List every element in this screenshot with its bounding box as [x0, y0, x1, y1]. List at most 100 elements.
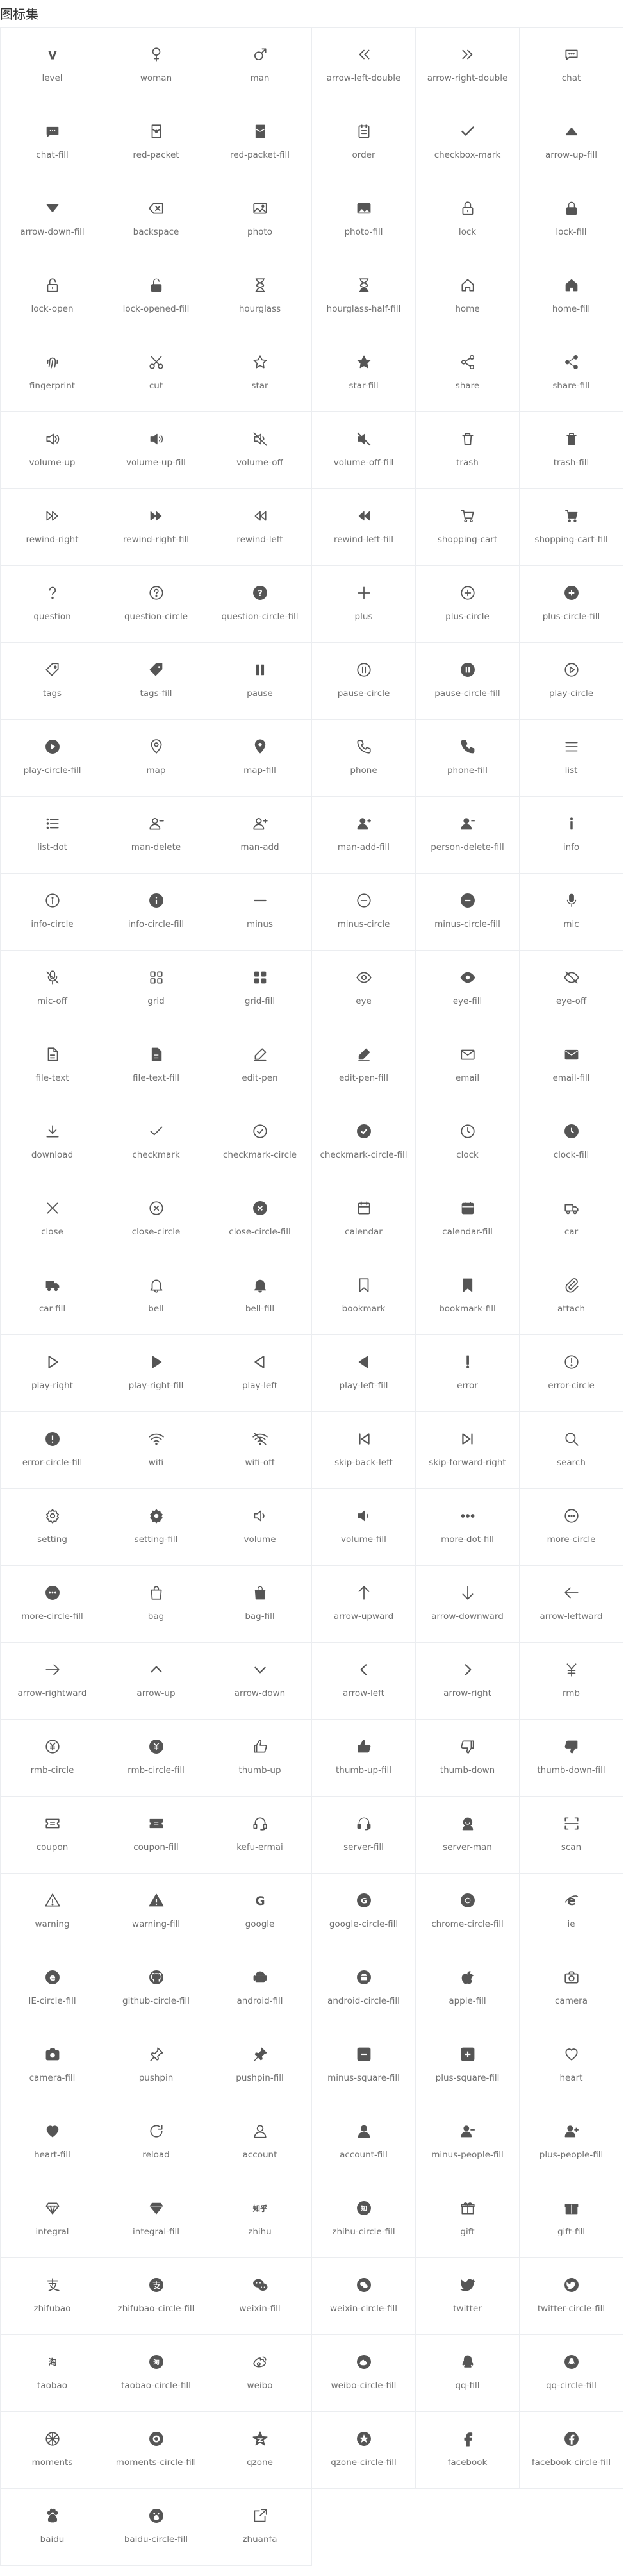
icon-cell-zhuanfa[interactable]: zhuanfa [208, 2489, 312, 2566]
icon-cell-edit-pen[interactable]: edit-pen [208, 1027, 312, 1104]
icon-cell-camera[interactable]: camera [520, 1950, 623, 2027]
icon-cell-info[interactable]: info [520, 797, 623, 874]
icon-cell-more-circle-fill[interactable]: more-circle-fill [1, 1566, 104, 1643]
icon-cell-plus-circle-fill[interactable]: plus-circle-fill [520, 566, 623, 643]
icon-cell-arrow-rightward[interactable]: arrow-rightward [1, 1643, 104, 1720]
icon-cell-account[interactable]: account [208, 2104, 312, 2181]
icon-cell-download[interactable]: download [1, 1104, 104, 1181]
icon-cell-map-fill[interactable]: map-fill [208, 720, 312, 797]
icon-cell-chat-fill[interactable]: chat-fill [1, 104, 104, 181]
icon-cell-checkbox-mark[interactable]: checkbox-mark [416, 104, 520, 181]
icon-cell-weibo-circle-fill[interactable]: weibo-circle-fill [312, 2335, 416, 2412]
icon-cell-woman[interactable]: woman [104, 28, 208, 104]
icon-cell-bell-fill[interactable]: bell-fill [208, 1258, 312, 1335]
icon-cell-email[interactable]: email [416, 1027, 520, 1104]
icon-cell-cut[interactable]: cut [104, 335, 208, 412]
icon-cell-android-fill[interactable]: android-fill [208, 1950, 312, 2027]
icon-cell-list[interactable]: list [520, 720, 623, 797]
icon-cell-coupon[interactable]: coupon [1, 1797, 104, 1874]
icon-cell-setting[interactable]: setting [1, 1489, 104, 1566]
icon-cell-error-circle[interactable]: error-circle [520, 1335, 623, 1412]
icon-cell-taobao[interactable]: 淘 taobao [1, 2335, 104, 2412]
icon-cell-calendar[interactable]: calendar [312, 1181, 416, 1258]
icon-cell-reload[interactable]: reload [104, 2104, 208, 2181]
icon-cell-android-circle-fill[interactable]: android-circle-fill [312, 1950, 416, 2027]
icon-cell-close[interactable]: close [1, 1181, 104, 1258]
icon-cell-arrow-downward[interactable]: arrow-downward [416, 1566, 520, 1643]
icon-cell-facebook-circle-fill[interactable]: facebook-circle-fill [520, 2412, 623, 2489]
icon-cell-IE-circle-fill[interactable]: e IE-circle-fill [1, 1950, 104, 2027]
icon-cell-rmb-circle[interactable]: rmb-circle [1, 1720, 104, 1797]
icon-cell-minus-circle-fill[interactable]: minus-circle-fill [416, 874, 520, 951]
icon-cell-search[interactable]: search [520, 1412, 623, 1489]
icon-cell-baidu-circle-fill[interactable]: baidu-circle-fill [104, 2489, 208, 2566]
icon-cell-share-fill[interactable]: share-fill [520, 335, 623, 412]
icon-cell-heart-fill[interactable]: heart-fill [1, 2104, 104, 2181]
icon-cell-coupon-fill[interactable]: coupon-fill [104, 1797, 208, 1874]
icon-cell-arrow-left[interactable]: arrow-left [312, 1643, 416, 1720]
icon-cell-rmb[interactable]: rmb [520, 1643, 623, 1720]
icon-cell-pause-circle[interactable]: pause-circle [312, 643, 416, 720]
icon-cell-thumb-up-fill[interactable]: thumb-up-fill [312, 1720, 416, 1797]
icon-cell-edit-pen-fill[interactable]: edit-pen-fill [312, 1027, 416, 1104]
icon-cell-file-text[interactable]: file-text [1, 1027, 104, 1104]
icon-cell-account-fill[interactable]: account-fill [312, 2104, 416, 2181]
icon-cell-info-circle-fill[interactable]: info-circle-fill [104, 874, 208, 951]
icon-cell-tags[interactable]: tags [1, 643, 104, 720]
icon-cell-error-circle-fill[interactable]: error-circle-fill [1, 1412, 104, 1489]
icon-cell-car-fill[interactable]: car-fill [1, 1258, 104, 1335]
icon-cell-grid-fill[interactable]: grid-fill [208, 951, 312, 1027]
icon-cell-zhihu-circle-fill[interactable]: 知 zhihu-circle-fill [312, 2181, 416, 2258]
icon-cell-thumb-down-fill[interactable]: thumb-down-fill [520, 1720, 623, 1797]
icon-cell-arrow-right-double[interactable]: arrow-right-double [416, 28, 520, 104]
icon-cell-gift[interactable]: gift [416, 2181, 520, 2258]
icon-cell-github-circle-fill[interactable]: github-circle-fill [104, 1950, 208, 2027]
icon-cell-email-fill[interactable]: email-fill [520, 1027, 623, 1104]
icon-cell-integral-fill[interactable]: integral-fill [104, 2181, 208, 2258]
icon-cell-qq-circle-fill[interactable]: qq-circle-fill [520, 2335, 623, 2412]
icon-cell-car[interactable]: car [520, 1181, 623, 1258]
icon-cell-arrow-leftward[interactable]: arrow-leftward [520, 1566, 623, 1643]
icon-cell-server-man[interactable]: server-man [416, 1797, 520, 1874]
icon-cell-volume-off[interactable]: volume-off [208, 412, 312, 489]
icon-cell-backspace[interactable]: backspace [104, 181, 208, 258]
icon-cell-volume-up[interactable]: volume-up [1, 412, 104, 489]
icon-cell-play-right-fill[interactable]: play-right-fill [104, 1335, 208, 1412]
icon-cell-tags-fill[interactable]: tags-fill [104, 643, 208, 720]
icon-cell-google[interactable]: Ggoogle [208, 1874, 312, 1950]
icon-cell-phone[interactable]: phone [312, 720, 416, 797]
icon-cell-fingerprint[interactable]: fingerprint [1, 335, 104, 412]
icon-cell-plus[interactable]: plus [312, 566, 416, 643]
icon-cell-checkmark[interactable]: checkmark [104, 1104, 208, 1181]
icon-cell-minus[interactable]: minus [208, 874, 312, 951]
icon-cell-play-left[interactable]: play-left [208, 1335, 312, 1412]
icon-cell-bag-fill[interactable]: bag-fill [208, 1566, 312, 1643]
icon-cell-shopping-cart[interactable]: shopping-cart [416, 489, 520, 566]
icon-cell-play-circle[interactable]: play-circle [520, 643, 623, 720]
icon-cell-question-circle[interactable]: question-circle [104, 566, 208, 643]
icon-cell-zhifubao[interactable]: zhifubao [1, 2258, 104, 2335]
icon-cell-question-circle-fill[interactable]: ? question-circle-fill [208, 566, 312, 643]
icon-cell-scan[interactable]: scan [520, 1797, 623, 1874]
icon-cell-hourglass-half-fill[interactable]: hourglass-half-fill [312, 258, 416, 335]
icon-cell-qzone[interactable]: qzone [208, 2412, 312, 2489]
icon-cell-close-circle-fill[interactable]: close-circle-fill [208, 1181, 312, 1258]
icon-cell-bag[interactable]: bag [104, 1566, 208, 1643]
icon-cell-man-delete[interactable]: man-delete [104, 797, 208, 874]
icon-cell-facebook[interactable]: facebook [416, 2412, 520, 2489]
icon-cell-level[interactable]: Vlevel [1, 28, 104, 104]
icon-cell-moments[interactable]: moments [1, 2412, 104, 2489]
icon-cell-integral[interactable]: integral [1, 2181, 104, 2258]
icon-cell-pushpin[interactable]: pushpin [104, 2027, 208, 2104]
icon-cell-volume-fill[interactable]: volume-fill [312, 1489, 416, 1566]
icon-cell-pushpin-fill[interactable]: pushpin-fill [208, 2027, 312, 2104]
icon-cell-pause[interactable]: pause [208, 643, 312, 720]
icon-cell-weixin-fill[interactable]: weixin-fill [208, 2258, 312, 2335]
icon-cell-twitter[interactable]: twitter [416, 2258, 520, 2335]
icon-cell-arrow-left-double[interactable]: arrow-left-double [312, 28, 416, 104]
icon-cell-play-circle-fill[interactable]: play-circle-fill [1, 720, 104, 797]
icon-cell-mic[interactable]: mic [520, 874, 623, 951]
icon-cell-map[interactable]: map [104, 720, 208, 797]
icon-cell-question[interactable]: question [1, 566, 104, 643]
icon-cell-clock-fill[interactable]: clock-fill [520, 1104, 623, 1181]
